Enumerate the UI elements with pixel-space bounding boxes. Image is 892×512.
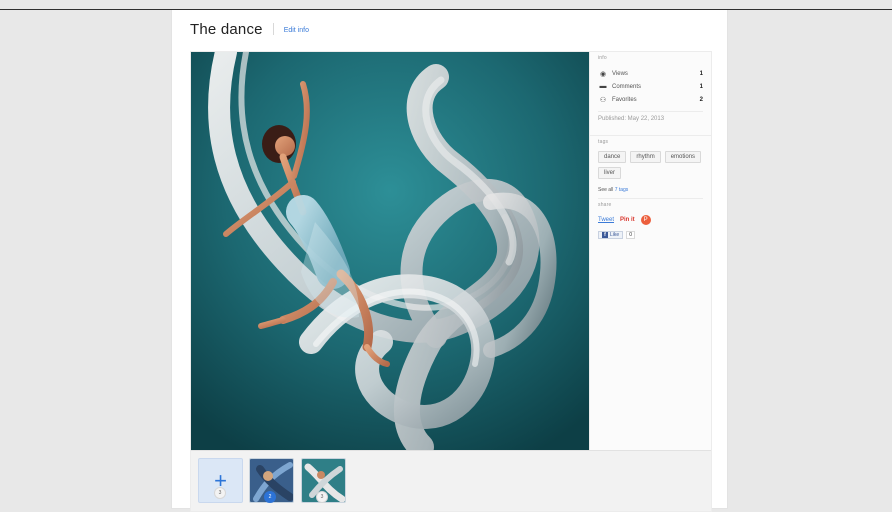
sidebar: info ◉ Views 1 ▬ Comments 1 ⚇ Favorites … bbox=[589, 52, 711, 450]
info-section: info ◉ Views 1 ▬ Comments 1 ⚇ Favorites … bbox=[590, 52, 711, 112]
share-title: share bbox=[598, 202, 612, 208]
see-all-tags-link[interactable]: 7 tags bbox=[615, 187, 629, 193]
facebook-icon: f bbox=[602, 232, 608, 238]
favorites-value: 2 bbox=[699, 96, 703, 103]
tag-liver[interactable]: liver bbox=[598, 167, 622, 179]
views-label: Views bbox=[612, 70, 628, 77]
tags-title: tags bbox=[598, 139, 609, 145]
tags-section: tags dance rhythm emotions liver See all… bbox=[590, 136, 711, 199]
share-wrap: Tweet Pin it P f Like 0 bbox=[598, 214, 703, 240]
content-panel: info ◉ Views 1 ▬ Comments 1 ⚇ Favorites … bbox=[190, 51, 712, 512]
facebook-row: f Like 0 bbox=[598, 230, 703, 240]
share-row: Tweet Pin it P bbox=[598, 214, 703, 226]
see-all-tags: See all 7 tags bbox=[598, 187, 703, 193]
pinit-button[interactable]: Pin it bbox=[620, 217, 635, 223]
tag-emotions[interactable]: emotions bbox=[664, 151, 702, 163]
dance-artwork bbox=[191, 52, 589, 450]
tag-rhythm[interactable]: rhythm bbox=[630, 151, 661, 163]
facebook-like-count: 0 bbox=[626, 231, 635, 239]
share-section: share Tweet Pin it P f Like 0 bbox=[590, 199, 711, 240]
comments-label: Comments bbox=[612, 83, 642, 90]
edit-info-link[interactable]: Edit info bbox=[284, 27, 309, 34]
eye-icon: ◉ bbox=[599, 70, 607, 78]
facebook-like-button[interactable]: f Like bbox=[598, 231, 624, 239]
info-title: info bbox=[598, 55, 607, 61]
tags-list: dance rhythm emotions liver bbox=[598, 151, 703, 179]
stat-row-comments: ▬ Comments 1 bbox=[598, 80, 704, 93]
pinterest-icon[interactable]: P bbox=[640, 215, 651, 225]
thumbnail-strip: + 3 2 3 bbox=[191, 450, 711, 511]
page-title: The dance bbox=[190, 20, 263, 38]
tags-wrap: dance rhythm emotions liver See all 7 ta… bbox=[598, 151, 703, 193]
page-container: The dance Edit info info ◉ Views 1 ▬ Com… bbox=[172, 10, 727, 512]
selected-badge: 2 bbox=[264, 491, 276, 503]
top-bar bbox=[0, 0, 892, 10]
tweet-button[interactable]: Tweet bbox=[598, 217, 614, 223]
title-divider bbox=[272, 23, 274, 35]
stat-row-favorites: ⚇ Favorites 2 bbox=[598, 93, 703, 106]
published-date: Published: May 22, 2013 bbox=[598, 116, 665, 122]
thumbnail-2-badge: 3 bbox=[316, 491, 328, 503]
facebook-like-label: Like bbox=[610, 232, 620, 238]
comments-value: 1 bbox=[699, 83, 703, 90]
user-icon: ⚇ bbox=[599, 96, 607, 104]
main-image[interactable] bbox=[191, 52, 589, 450]
tag-dance[interactable]: dance bbox=[598, 151, 627, 163]
favorites-label: Favorites bbox=[612, 96, 637, 103]
comment-icon: ▬ bbox=[599, 83, 607, 90]
views-value: 1 bbox=[699, 70, 703, 77]
title-row: The dance Edit info bbox=[190, 18, 309, 40]
see-all-prefix: See all bbox=[598, 187, 615, 193]
add-badge: 3 bbox=[214, 487, 226, 499]
stat-row-views: ◉ Views 1 bbox=[598, 67, 703, 80]
